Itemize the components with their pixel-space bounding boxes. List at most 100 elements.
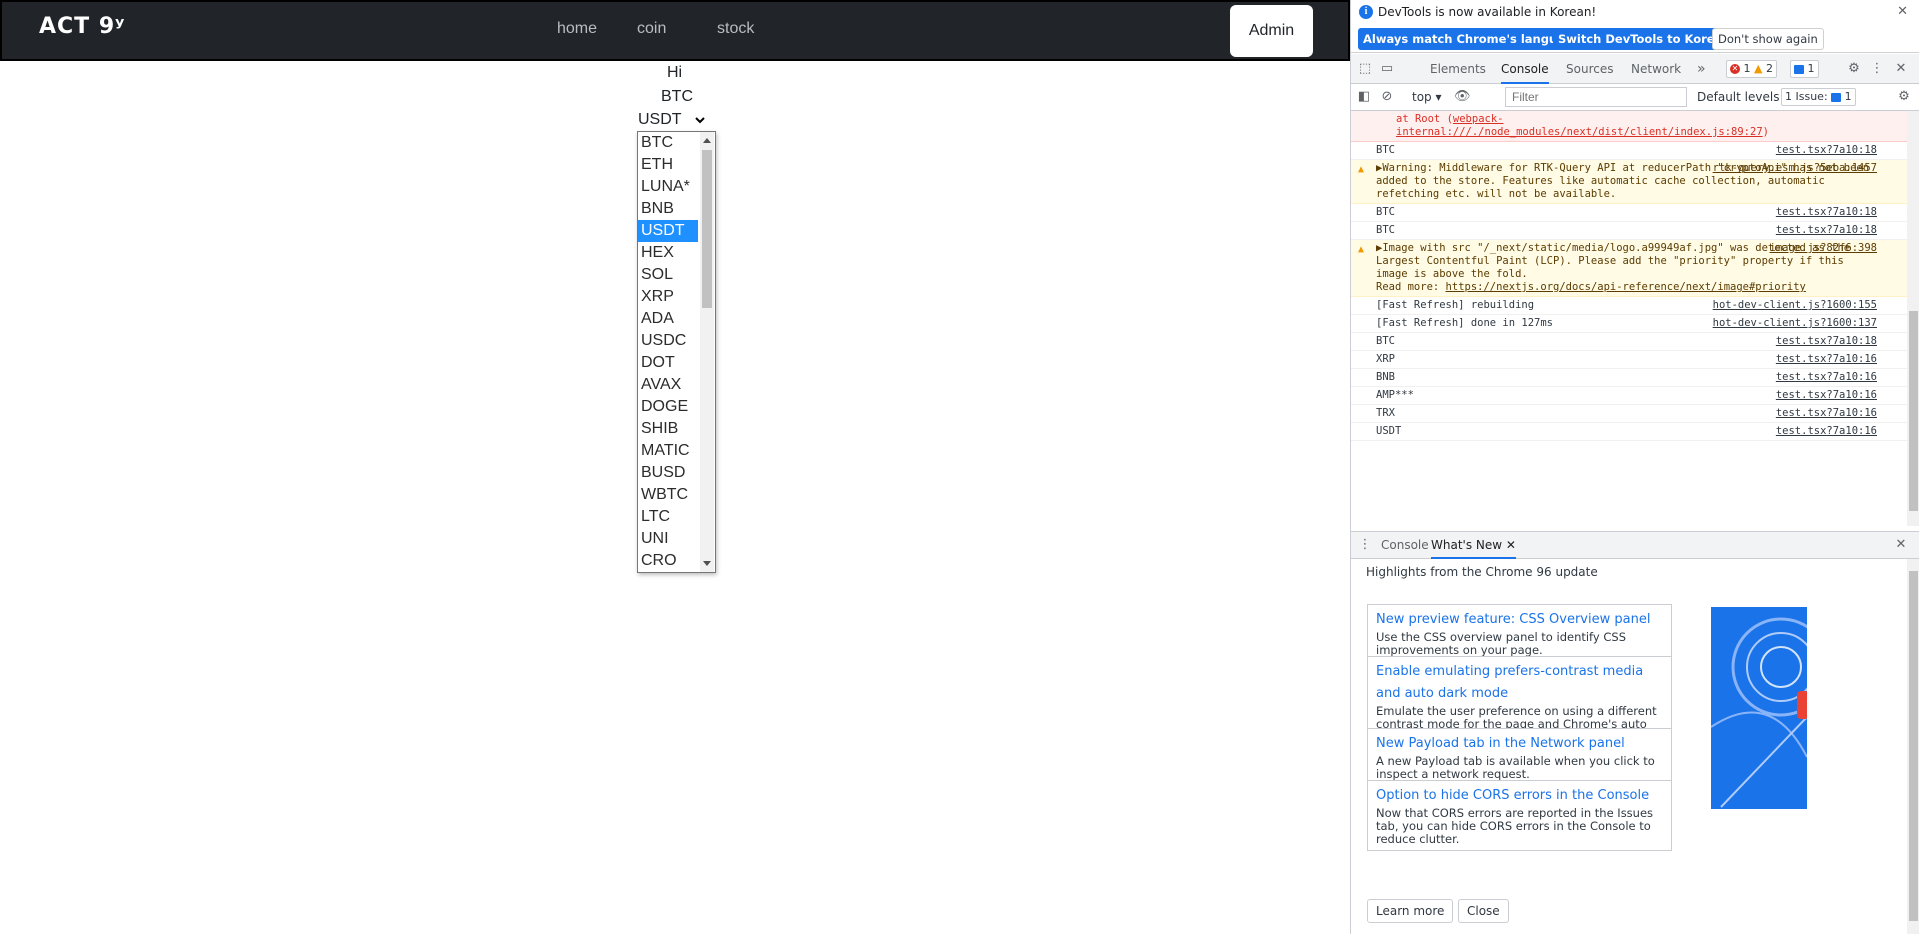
source-link[interactable]: image.js?82f6:398 bbox=[1770, 242, 1877, 255]
source-link[interactable]: hot-dev-client.js?1600:137 bbox=[1713, 317, 1877, 330]
message-icon bbox=[1794, 64, 1804, 74]
source-link[interactable]: test.tsx?7a10:18 bbox=[1776, 335, 1877, 348]
admin-button[interactable]: Admin bbox=[1230, 5, 1313, 57]
more-options-icon[interactable]: ⋮ bbox=[1869, 61, 1885, 77]
coin-option[interactable]: HEX bbox=[638, 242, 698, 264]
message-text: BNB bbox=[1376, 371, 1395, 383]
tab-network[interactable]: Network bbox=[1631, 54, 1681, 84]
coin-option[interactable]: UNI bbox=[638, 528, 698, 550]
more-tabs-button[interactable]: » bbox=[1697, 54, 1706, 84]
device-toolbar-icon[interactable]: ▭ bbox=[1379, 61, 1395, 77]
coin-option[interactable]: BUSD bbox=[638, 462, 698, 484]
source-link[interactable]: test.tsx?7a10:16 bbox=[1776, 389, 1877, 402]
coin-option[interactable]: SOL bbox=[638, 264, 698, 286]
tab-elements[interactable]: Elements bbox=[1430, 54, 1486, 84]
issues-button[interactable]: 1 Issue: 1 bbox=[1781, 88, 1856, 106]
learn-more-button[interactable]: Learn more bbox=[1367, 899, 1454, 923]
dont-show-again-button[interactable]: Don't show again bbox=[1712, 28, 1824, 50]
source-link[interactable]: rtk-query.esm.js?5eba:1457 bbox=[1713, 162, 1877, 175]
card-title-link[interactable]: Enable emulating prefers-contrast media … bbox=[1376, 661, 1663, 705]
coin-option[interactable]: BNB bbox=[638, 198, 698, 220]
error-icon: ✕ bbox=[1730, 64, 1740, 74]
console-message-log: BTC test.tsx?7a10:18 bbox=[1351, 142, 1907, 160]
nav-link-coin[interactable]: coin bbox=[637, 20, 666, 38]
source-link[interactable]: test.tsx?7a10:16 bbox=[1776, 425, 1877, 438]
console-settings-gear-icon[interactable]: ⚙ bbox=[1896, 89, 1912, 105]
whats-new-scrollbar[interactable] bbox=[1907, 559, 1919, 934]
docs-link[interactable]: https://nextjs.org/docs/api-reference/ne… bbox=[1446, 281, 1806, 293]
coin-option[interactable]: SHIB bbox=[638, 418, 698, 440]
message-text: [Fast Refresh] done in 127ms bbox=[1376, 317, 1554, 329]
console-message-warning: ▲ ▶Warning: Middleware for RTK-Query API … bbox=[1351, 160, 1907, 204]
message-text: at Root ( bbox=[1396, 113, 1453, 125]
coin-option[interactable]: USDT bbox=[638, 220, 698, 242]
source-link[interactable]: test.tsx?7a10:18 bbox=[1776, 206, 1877, 219]
source-link[interactable]: test.tsx?7a10:16 bbox=[1776, 407, 1877, 420]
coin-option[interactable]: DOGE bbox=[638, 396, 698, 418]
close-drawer-icon[interactable]: ✕ bbox=[1893, 537, 1909, 553]
warning-icon: ▲ bbox=[1358, 244, 1365, 255]
source-link[interactable]: test.tsx?7a10:18 bbox=[1776, 224, 1877, 237]
coin-option[interactable]: USDC bbox=[638, 330, 698, 352]
coin-option[interactable]: AVAX bbox=[638, 374, 698, 396]
web-page: ACT 9ʸ home coin stock Admin Hi BTC USDT… bbox=[0, 0, 1350, 934]
drawer-tab-console[interactable]: Console bbox=[1381, 532, 1429, 559]
message-counter[interactable]: 1 bbox=[1790, 60, 1819, 78]
dropdown-scrollbar[interactable] bbox=[700, 132, 714, 572]
coin-option[interactable]: WBTC bbox=[638, 484, 698, 506]
scroll-down-arrow-icon[interactable] bbox=[703, 561, 711, 566]
match-language-button[interactable]: Always match Chrome's language bbox=[1358, 28, 1586, 50]
close-devtools-icon[interactable]: ✕ bbox=[1893, 61, 1909, 77]
card-title-link[interactable]: Option to hide CORS errors in the Consol… bbox=[1376, 785, 1663, 807]
drawer-tab-whats-new[interactable]: What's New ✕ bbox=[1431, 532, 1516, 559]
coin-select[interactable]: USDT bbox=[638, 111, 706, 129]
nav-link-home[interactable]: home bbox=[557, 20, 597, 38]
coin-option[interactable]: DOT bbox=[638, 352, 698, 374]
clear-console-icon[interactable]: ⊘ bbox=[1379, 89, 1395, 105]
read-more-label: Read more: bbox=[1376, 281, 1446, 293]
source-link[interactable]: test.tsx?7a10:16 bbox=[1776, 371, 1877, 384]
source-link[interactable]: test.tsx?7a10:18 bbox=[1776, 144, 1877, 157]
levels-select[interactable]: Default levels ▾ bbox=[1697, 90, 1789, 104]
source-link[interactable]: hot-dev-client.js?1600:155 bbox=[1713, 299, 1877, 312]
card-title-link[interactable]: New preview feature: CSS Overview panel bbox=[1376, 609, 1663, 631]
sidebar-toggle-icon[interactable]: ◧ bbox=[1356, 89, 1372, 105]
drawer-menu-icon[interactable]: ⋮ bbox=[1357, 537, 1373, 553]
source-link[interactable]: test.tsx?7a10:16 bbox=[1776, 353, 1877, 366]
message-icon bbox=[1831, 92, 1842, 102]
gear-icon[interactable]: ⚙ bbox=[1846, 61, 1862, 77]
coin-option[interactable]: LUNA* bbox=[638, 176, 698, 198]
coin-option[interactable]: ETH bbox=[638, 154, 698, 176]
eye-icon[interactable]: 👁 bbox=[1454, 89, 1471, 105]
site-logo[interactable]: ACT 9ʸ bbox=[39, 14, 125, 39]
issues-count: 1 bbox=[1844, 90, 1852, 103]
coin-option[interactable]: MATIC bbox=[638, 440, 698, 462]
coin-option[interactable]: XRP bbox=[638, 286, 698, 308]
close-button[interactable]: Close bbox=[1458, 899, 1509, 923]
tab-console[interactable]: Console bbox=[1501, 54, 1549, 84]
console-message-error: at Root (webpack-internal:///./node_modu… bbox=[1351, 111, 1907, 142]
context-select[interactable]: top ▾ bbox=[1412, 90, 1442, 104]
error-warning-counter[interactable]: ✕ 1 ▲ 2 bbox=[1726, 60, 1777, 78]
coin-option[interactable]: BTC bbox=[638, 132, 698, 154]
console-filter-input[interactable] bbox=[1505, 87, 1687, 107]
whats-new-card: New preview feature: CSS Overview panel U… bbox=[1367, 604, 1672, 662]
switch-korean-button[interactable]: Switch DevTools to Korean bbox=[1553, 28, 1736, 50]
coin-option[interactable]: ADA bbox=[638, 308, 698, 330]
console-scrollbar[interactable] bbox=[1907, 111, 1919, 526]
close-tab-icon[interactable]: ✕ bbox=[1506, 538, 1516, 552]
console-message-log: BTC test.tsx?7a10:18 bbox=[1351, 222, 1907, 240]
inspect-element-icon[interactable]: ⬚ bbox=[1357, 61, 1373, 77]
warning-icon: ▲ bbox=[1754, 62, 1763, 75]
console-scroll-thumb[interactable] bbox=[1909, 311, 1918, 511]
dropdown-scroll-thumb[interactable] bbox=[702, 150, 712, 308]
card-title-link[interactable]: New Payload tab in the Network panel bbox=[1376, 733, 1663, 755]
selected-coin-text: BTC bbox=[661, 88, 693, 105]
tab-sources[interactable]: Sources bbox=[1566, 54, 1613, 84]
nav-link-stock[interactable]: stock bbox=[717, 20, 754, 38]
close-icon[interactable]: ✕ bbox=[1897, 4, 1908, 19]
scroll-up-arrow-icon[interactable] bbox=[703, 138, 711, 143]
coin-option[interactable]: CRO bbox=[638, 550, 698, 572]
coin-option[interactable]: LTC bbox=[638, 506, 698, 528]
whats-new-scroll-thumb[interactable] bbox=[1909, 571, 1918, 921]
